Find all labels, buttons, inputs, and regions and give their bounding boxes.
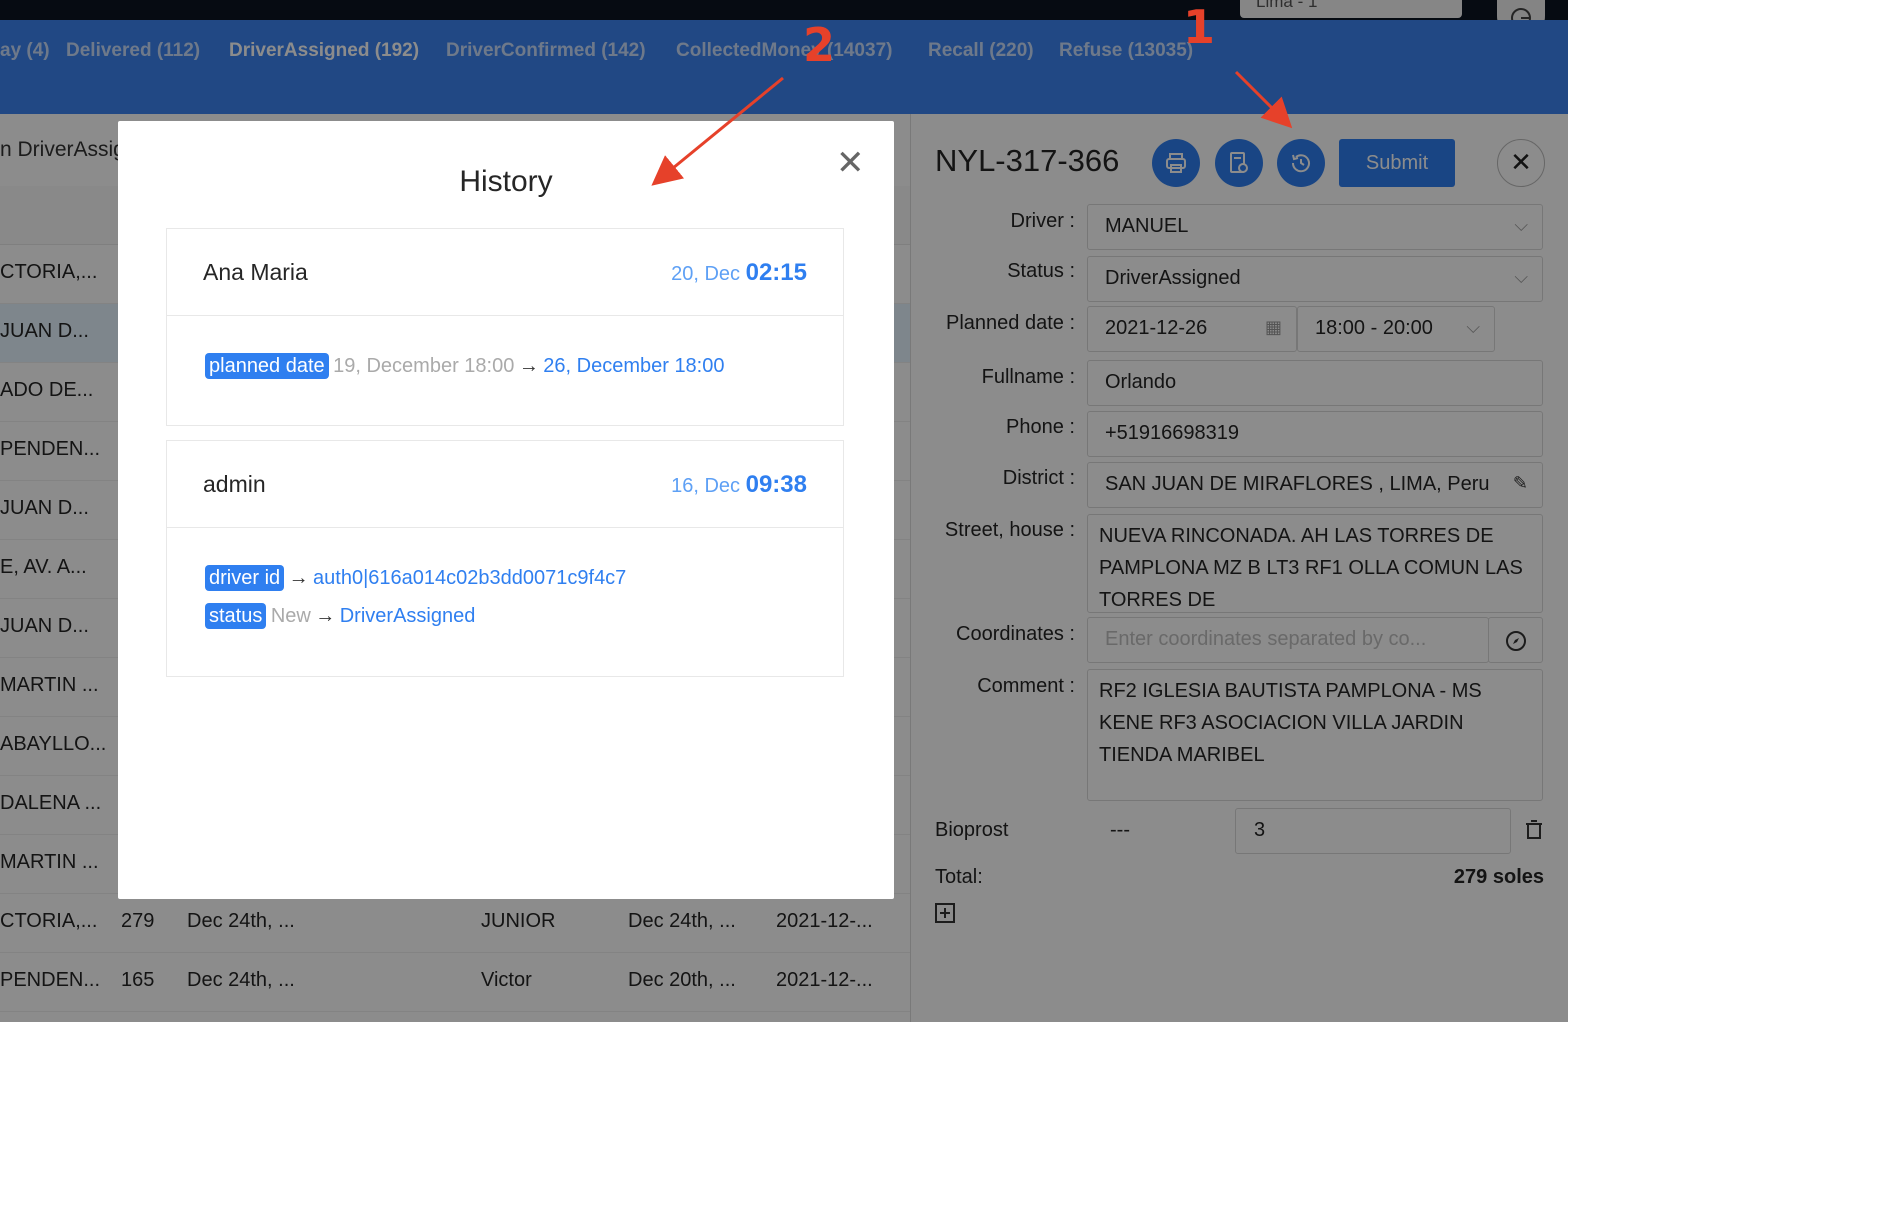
annotation-arrow-2 — [651, 76, 784, 186]
annotation-arrows — [651, 70, 1293, 186]
annotation-arrow-1 — [1234, 70, 1293, 129]
